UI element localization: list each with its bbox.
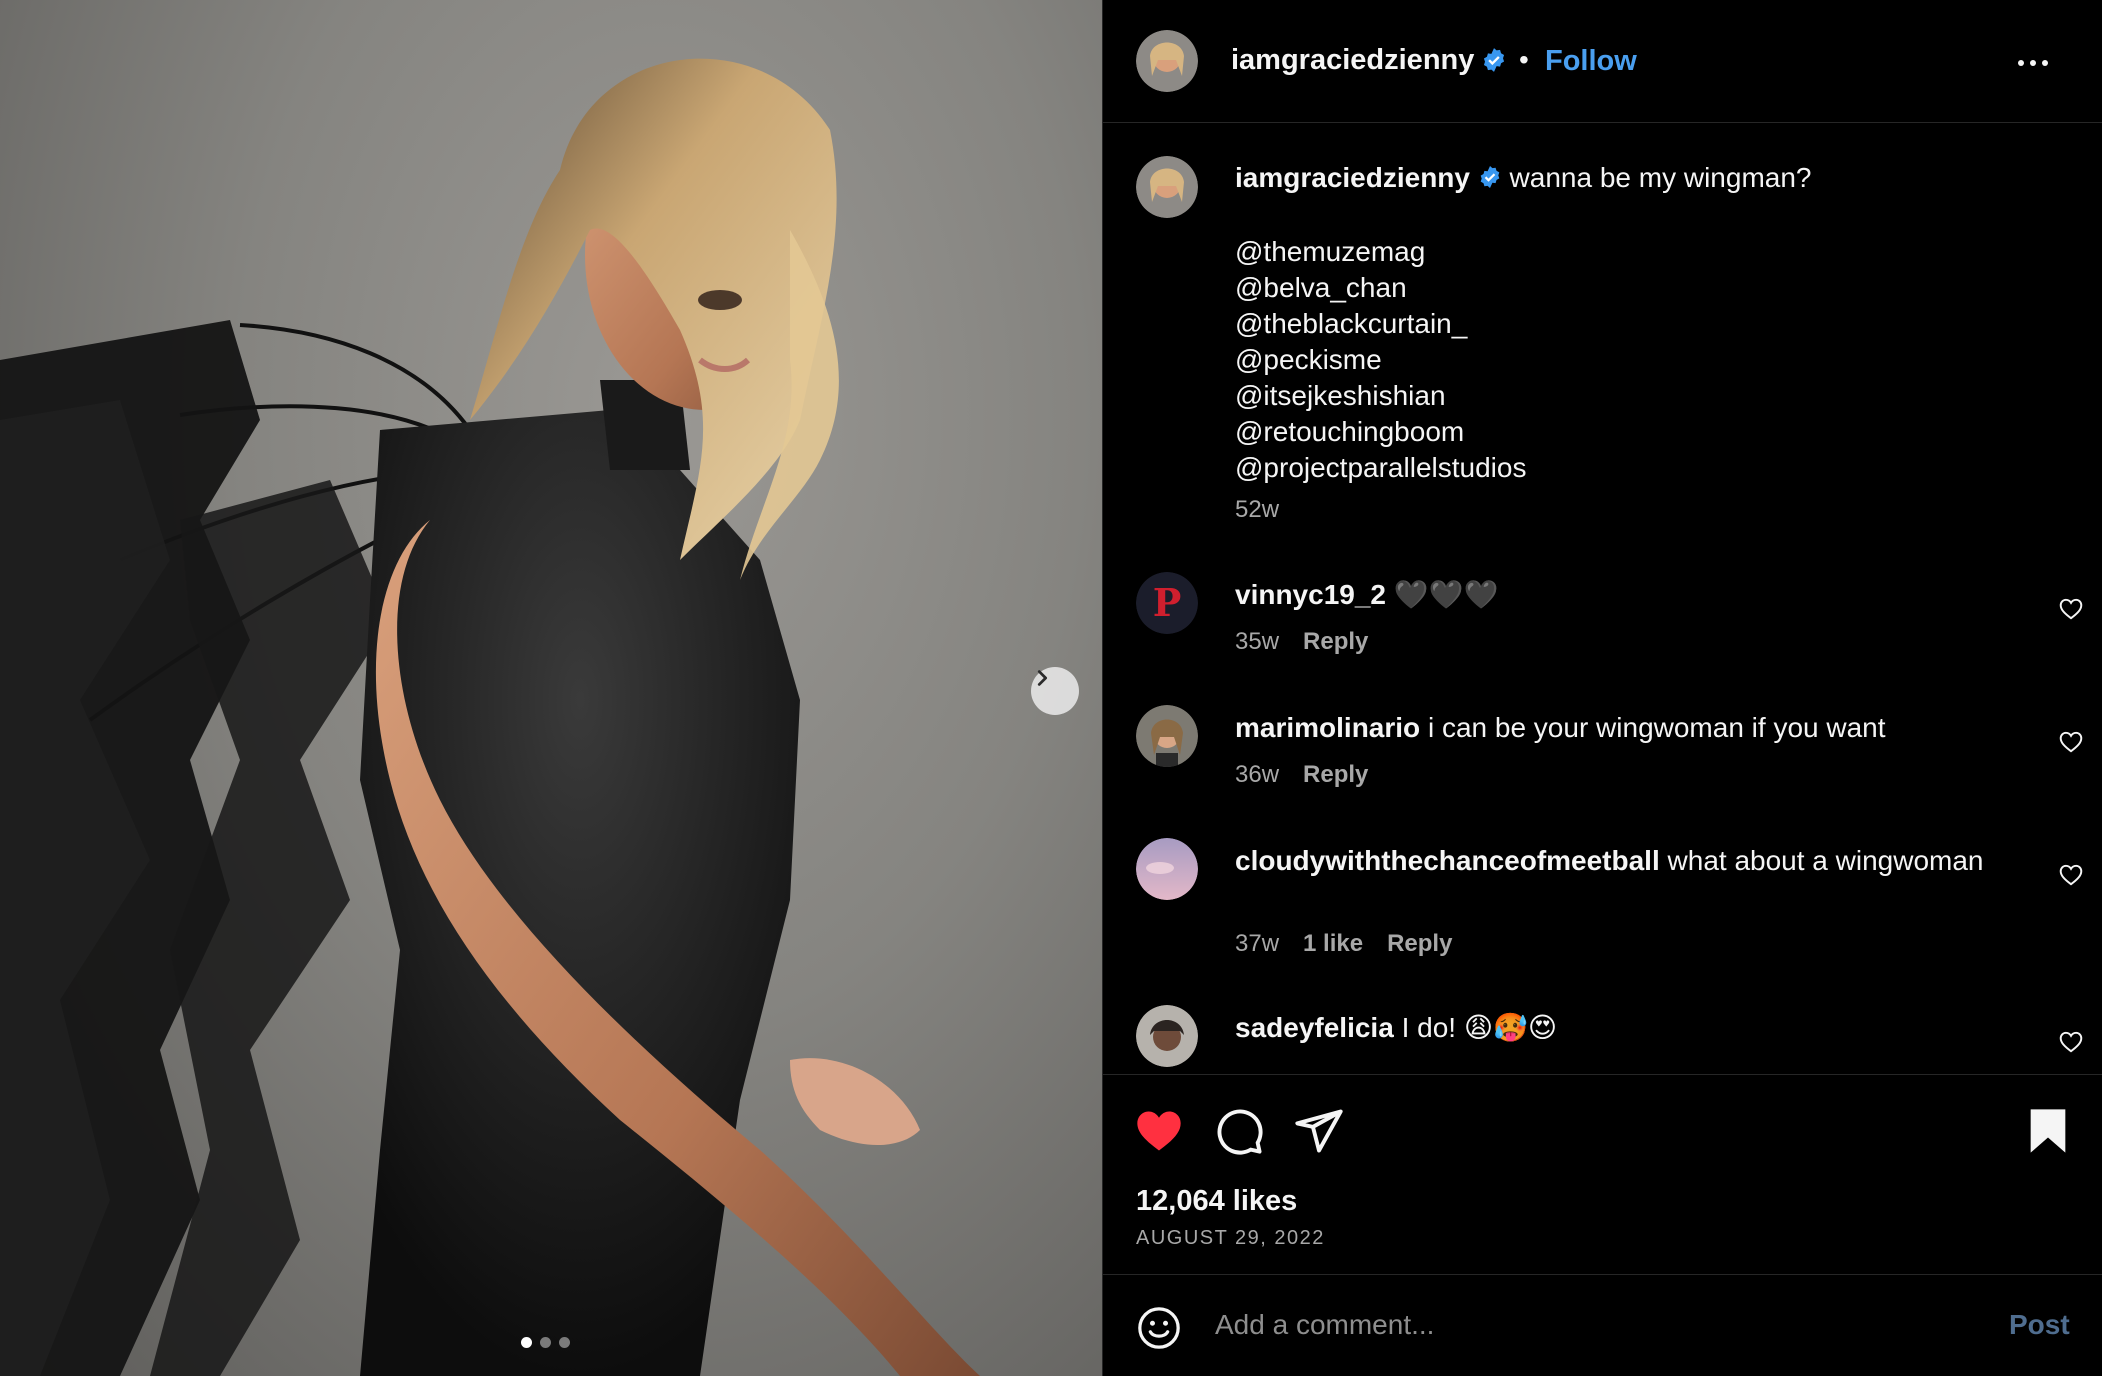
commenter-avatar[interactable]	[1136, 705, 1198, 767]
caption-mentions: @themuzemag @belva_chan @theblackcurtain…	[1235, 234, 2055, 486]
comment-like-icon[interactable]	[2058, 862, 2084, 893]
commenter-avatar[interactable]	[1136, 838, 1198, 900]
author-username[interactable]: iamgraciedzienny	[1231, 44, 1474, 77]
post-details-panel: iamgraciedzienny • Follow iamgraciedzien…	[1102, 0, 2102, 1376]
mention-link[interactable]: @projectparallelstudios	[1235, 450, 2055, 486]
mention-link[interactable]: @themuzemag	[1235, 234, 2055, 270]
mention-link[interactable]: @peckisme	[1235, 342, 2055, 378]
header-separator: •	[1519, 44, 1529, 75]
comment-icon[interactable]	[1213, 1105, 1265, 1162]
comment-like-icon[interactable]	[2058, 729, 2084, 760]
caption-body: wanna be my wingman?	[1509, 162, 1812, 193]
svg-text:P: P	[1153, 580, 1182, 625]
carousel-indicator	[521, 1337, 570, 1348]
carousel-dot	[559, 1337, 570, 1348]
heart-icon[interactable]	[1133, 1105, 1185, 1162]
comment-text: i can be your wingwoman if you want	[1427, 712, 1886, 743]
caption-username[interactable]: iamgraciedzienny	[1235, 162, 1470, 193]
emoji-icon[interactable]	[1136, 1305, 1182, 1356]
mention-link[interactable]: @itsejkeshishian	[1235, 378, 2055, 414]
commenter-avatar[interactable]: P	[1136, 572, 1198, 634]
comment-text: 🖤🖤🖤	[1393, 579, 1499, 610]
carousel-dot	[521, 1337, 532, 1348]
share-icon[interactable]	[1293, 1105, 1345, 1162]
comment-body: vinnyc19_2 🖤🖤🖤	[1235, 576, 1995, 613]
verified-badge-icon	[1481, 47, 1507, 78]
comment-timestamp: 36w	[1235, 761, 1280, 788]
mention-link[interactable]: @retouchingboom	[1235, 414, 2055, 450]
commenter-username[interactable]: marimolinario	[1235, 712, 1420, 743]
comment-body: cloudywiththechanceofmeetball what about…	[1235, 842, 1995, 879]
comment-text: I do! 😩🥵😍	[1401, 1012, 1558, 1043]
post-photo-image	[0, 58, 980, 1376]
reply-button[interactable]: Reply	[1387, 930, 1452, 958]
comment-body: sadeyfelicia I do! 😩🥵😍	[1235, 1009, 1995, 1046]
bookmark-icon[interactable]	[2025, 1105, 2071, 1162]
commenter-username[interactable]: cloudywiththechanceofmeetball	[1235, 845, 1660, 876]
caption-text: iamgraciedzienny wanna be my wingman? @t…	[1235, 160, 2055, 486]
comment-meta: 35w Reply	[1235, 628, 1368, 656]
comment-text: what about a wingwoman	[1667, 845, 1984, 876]
mention-link[interactable]: @belva_chan	[1235, 270, 2055, 306]
more-options-icon[interactable]	[2003, 48, 2063, 78]
comment-meta: 36w Reply	[1235, 761, 1368, 789]
carousel-dot	[540, 1337, 551, 1348]
author-avatar[interactable]	[1136, 156, 1198, 218]
commenter-avatar[interactable]	[1136, 1005, 1198, 1067]
comment-body: marimolinario i can be your wingwoman if…	[1235, 709, 1995, 746]
caption-timestamp: 52w	[1235, 496, 1280, 523]
comment-timestamp: 35w	[1235, 628, 1280, 655]
comment-meta: 37w 1 like Reply	[1235, 930, 1452, 958]
reply-button[interactable]: Reply	[1303, 761, 1368, 789]
add-comment-bar: Post	[1103, 1274, 2102, 1376]
mention-link[interactable]: @theblackcurtain_	[1235, 306, 2055, 342]
comment-input[interactable]	[1215, 1303, 1975, 1347]
post-comment-button[interactable]: Post	[2009, 1309, 2070, 1341]
follow-button[interactable]: Follow	[1545, 45, 1637, 78]
post-date: AUGUST 29, 2022	[1136, 1227, 1325, 1249]
author-avatar[interactable]	[1136, 30, 1198, 92]
like-count[interactable]: 12,064 likes	[1136, 1185, 1297, 1218]
comment-like-icon[interactable]	[2058, 596, 2084, 627]
carousel-next-button[interactable]	[1031, 667, 1079, 715]
reply-button[interactable]: Reply	[1303, 628, 1368, 656]
commenter-username[interactable]: sadeyfelicia	[1235, 1012, 1394, 1043]
comment-like-icon[interactable]	[2058, 1029, 2084, 1060]
post-actions: 12,064 likes AUGUST 29, 2022	[1103, 1074, 2102, 1274]
comment-like-count[interactable]: 1 like	[1303, 930, 1363, 958]
comments-list[interactable]: iamgraciedzienny wanna be my wingman? @t…	[1103, 124, 2102, 1074]
verified-badge-icon	[1478, 162, 1502, 198]
commenter-username[interactable]: vinnyc19_2	[1235, 579, 1386, 610]
post-photo[interactable]	[0, 0, 1102, 1376]
post-header: iamgraciedzienny • Follow	[1103, 0, 2102, 123]
comment-timestamp: 37w	[1235, 930, 1280, 957]
